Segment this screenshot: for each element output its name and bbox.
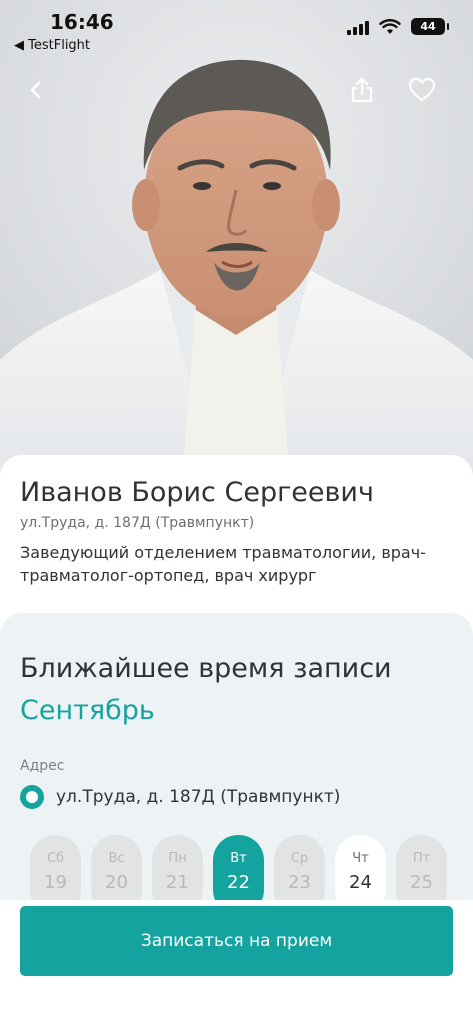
day-number: 22 [227, 872, 250, 893]
schedule-title: Ближайшее время записи [20, 653, 392, 684]
heart-outline-icon [408, 77, 436, 102]
wifi-icon [379, 18, 401, 34]
day-number: 24 [349, 872, 372, 893]
back-button[interactable] [18, 72, 54, 108]
day-of-week: Сб [46, 851, 65, 866]
book-appointment-button[interactable]: Записаться на прием [20, 906, 453, 976]
day-number: 19 [44, 872, 67, 893]
doctor-name: Иванов Борис Сергеевич [20, 477, 374, 508]
signal-icon [347, 19, 369, 35]
address-option[interactable]: ул.Труда, д. 187Д (Травмпункт) [20, 785, 340, 809]
chevron-left-icon [30, 81, 41, 99]
battery-icon: 44 [411, 18, 449, 35]
doctor-photo [0, 0, 473, 480]
day-of-week: Пт [412, 851, 431, 866]
share-icon [351, 77, 373, 103]
day-of-week: Пн [168, 851, 187, 866]
day-of-week: Вт [230, 851, 247, 866]
status-time: 16:46 [50, 10, 114, 34]
schedule-month: Сентябрь [20, 695, 155, 726]
back-to-app-link[interactable]: ◀ TestFlight [14, 38, 90, 53]
day-of-week: Чт [352, 851, 369, 866]
share-button[interactable] [344, 72, 380, 108]
day-number: 23 [288, 872, 311, 893]
day-of-week: Вс [108, 851, 125, 866]
radio-selected-icon[interactable] [20, 785, 44, 809]
doctor-address: ул.Труда, д. 187Д (Травмпункт) [20, 515, 255, 531]
bottom-action-bar: Записаться на прием [0, 900, 473, 1024]
day-number: 20 [105, 872, 128, 893]
day-of-week: Ср [290, 851, 309, 866]
doctor-portrait-image [0, 0, 473, 480]
status-bar: 16:46 ◀ TestFlight 44 [0, 0, 473, 60]
favorite-button[interactable] [404, 72, 440, 108]
status-icons: 44 [347, 18, 449, 35]
day-number: 21 [166, 872, 189, 893]
doctor-position: Заведующий отделением травматологии, вра… [20, 543, 426, 585]
day-number: 25 [410, 872, 433, 893]
address-option-label: ул.Труда, д. 187Д (Травмпункт) [56, 787, 341, 807]
address-label: Адрес [20, 758, 65, 774]
